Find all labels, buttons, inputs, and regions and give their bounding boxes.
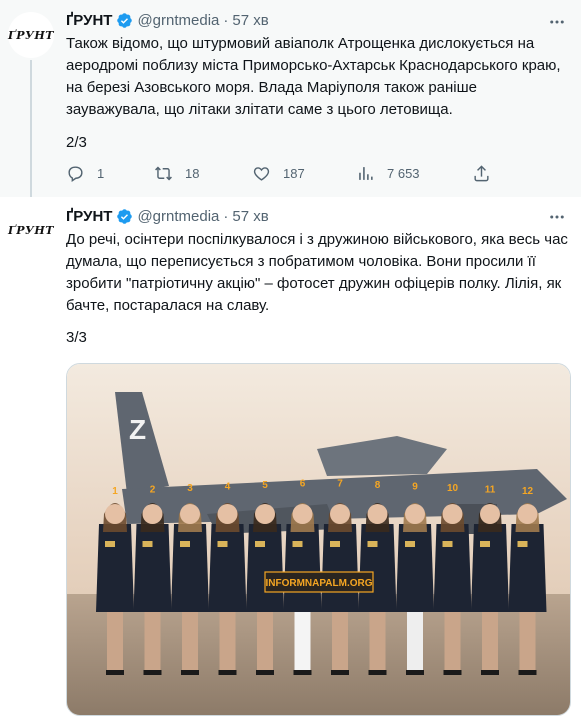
tweet-header: ҐРУНТ @grntmedia · 57 хв (66, 12, 269, 29)
author-name[interactable]: ҐРУНТ (66, 12, 112, 29)
thread-connector-line (30, 60, 32, 197)
number-label: 3 (187, 483, 193, 494)
number-label: 11 (485, 485, 496, 496)
tweet-header: ҐРУНТ @grntmedia · 57 хв (66, 208, 269, 225)
reply-button[interactable]: 1 (66, 164, 104, 183)
reply-icon (68, 166, 83, 182)
tweet-photo[interactable]: Z 1 2 3 4 5 6 7 8 9 10 11 12 INFORMNAPALM.ORG (66, 363, 571, 716)
retweet-icon (155, 166, 172, 181)
views-count: 7 653 (387, 166, 420, 181)
views-button[interactable]: 7 653 (356, 164, 420, 183)
verified-badge-icon (116, 208, 133, 225)
like-icon (253, 167, 270, 181)
more-options-icon[interactable] (547, 12, 567, 32)
author-handle[interactable]: @grntmedia (137, 12, 219, 29)
number-label: 5 (262, 480, 268, 491)
tweet-3-of-3[interactable]: ҐРУНТ ҐРУНТ @grntmedia · 57 хв До речі, … (0, 197, 581, 724)
verified-badge-icon (116, 12, 133, 29)
number-label: 7 (337, 479, 343, 490)
share-button[interactable] (472, 164, 491, 183)
number-label: 9 (412, 482, 418, 493)
number-label: 1 (112, 486, 118, 497)
author-name[interactable]: ҐРУНТ (66, 208, 112, 225)
avatar[interactable]: ҐРУНТ (8, 207, 54, 253)
number-label: 8 (375, 480, 381, 491)
avatar[interactable]: ҐРУНТ (8, 12, 54, 58)
tweet-actions: 1 18 187 7 653 (66, 164, 566, 188)
retweet-button[interactable]: 18 (154, 164, 199, 183)
separator-dot: · (223, 12, 229, 29)
number-label: 12 (522, 486, 534, 497)
thread-counter: 2/3 (66, 134, 87, 151)
tail-letter: Z (129, 414, 146, 445)
number-label: 6 (300, 479, 306, 490)
watermark: INFORMNAPALM.ORG (265, 578, 372, 589)
tweet-text: Також відомо, що штурмовий авіаполк Атро… (66, 35, 561, 118)
author-handle[interactable]: @grntmedia (137, 208, 219, 225)
thread-counter: 3/3 (66, 329, 87, 346)
number-label: 2 (150, 485, 156, 496)
tweet-text: До речі, осінтери поспілкувалося і з дру… (66, 231, 568, 314)
more-options-icon[interactable] (547, 207, 567, 227)
retweet-count: 18 (185, 166, 200, 181)
like-button[interactable]: 187 (252, 164, 305, 183)
number-label: 10 (447, 483, 459, 494)
share-icon (474, 165, 489, 182)
views-icon (359, 167, 373, 180)
timestamp[interactable]: 57 хв (232, 208, 268, 225)
timestamp[interactable]: 57 хв (232, 12, 268, 29)
number-label: 4 (225, 482, 231, 493)
separator-dot: · (223, 208, 229, 225)
like-count: 187 (283, 166, 305, 181)
tweet-2-of-3[interactable]: ҐРУНТ ҐРУНТ @grntmedia · 57 хв Також від… (0, 0, 581, 197)
reply-count: 1 (97, 166, 105, 181)
